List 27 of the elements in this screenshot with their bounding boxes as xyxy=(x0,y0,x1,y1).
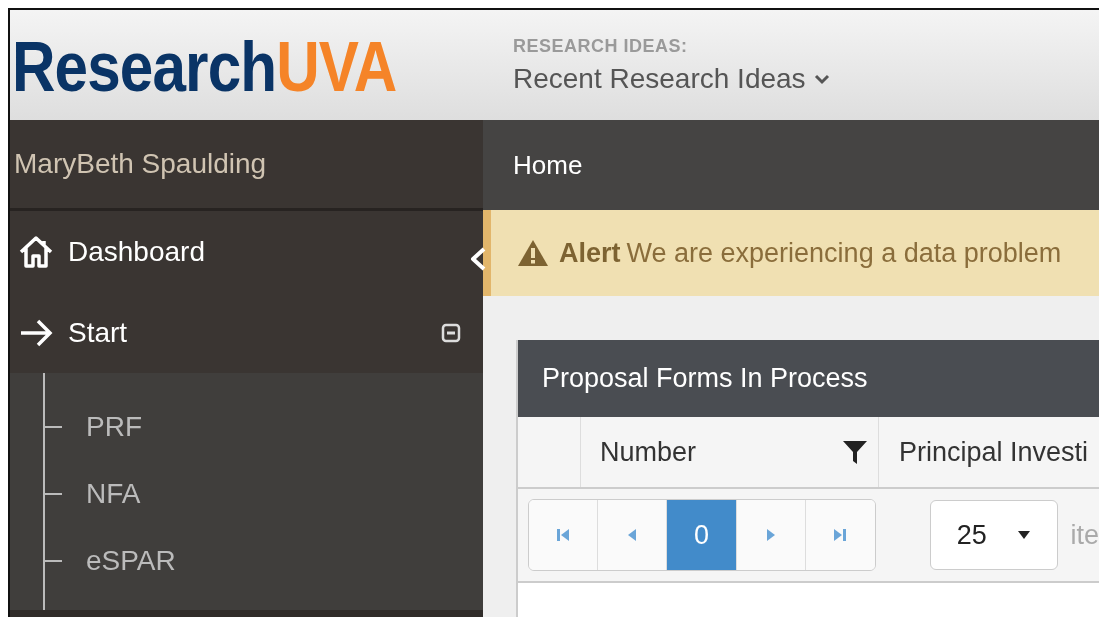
column-header[interactable]: Number xyxy=(581,417,879,487)
caret-icon xyxy=(1017,530,1032,540)
nav-item[interactable]: Start xyxy=(10,292,483,373)
page-size-dropdown[interactable]: 25 xyxy=(929,500,1059,570)
last-page-icon xyxy=(833,527,848,543)
first-page-icon xyxy=(555,527,570,543)
page-button[interactable]: 0 xyxy=(666,500,738,570)
alert-title: Alert xyxy=(559,237,621,269)
warning-icon xyxy=(517,239,549,267)
logo: ResearchUVA xyxy=(12,32,398,102)
column-header[interactable]: Principal Investi xyxy=(879,417,1099,487)
alert-message: We are experiencing a data problem xyxy=(626,237,1062,269)
breadcrumb[interactable]: Home xyxy=(513,149,583,181)
sub-nav-item[interactable]: NFA xyxy=(86,477,141,510)
nav-item[interactable]: Dashboard xyxy=(10,211,483,292)
filter-icon[interactable] xyxy=(842,439,868,465)
items-label: ite xyxy=(1070,519,1099,551)
ideas-label: RESEARCH IDEAS: xyxy=(513,35,688,57)
caret-icon[interactable] xyxy=(469,246,487,272)
chevron-icon xyxy=(813,72,830,85)
card-title: Proposal Forms In Process xyxy=(542,363,868,394)
collapse-icon[interactable] xyxy=(441,322,461,343)
home-icon xyxy=(18,233,54,270)
first-page-button[interactable] xyxy=(529,500,598,570)
sub-nav-item[interactable]: eSPAR xyxy=(86,544,176,577)
sub-nav-item[interactable]: PRF xyxy=(86,410,142,443)
ideas-dropdown[interactable]: Recent Research Ideas xyxy=(513,62,830,95)
